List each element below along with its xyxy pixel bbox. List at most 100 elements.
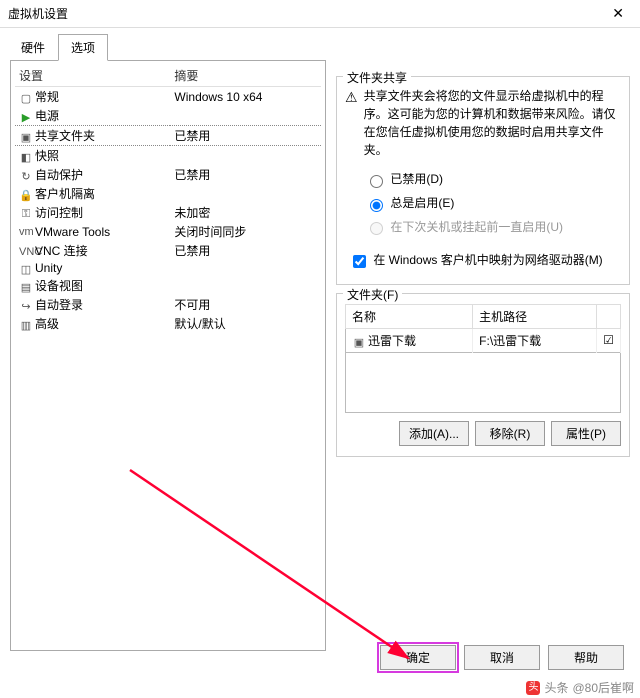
radio-disabled[interactable]: 已禁用(D) [345, 167, 621, 191]
vmware-icon: vm [19, 226, 33, 238]
col-folder-name: 名称 [346, 304, 473, 328]
lock-icon: 🔒 [19, 189, 33, 201]
settings-row[interactable]: ⚿访问控制 未加密 [15, 203, 321, 222]
tab-hardware[interactable]: 硬件 [8, 34, 58, 61]
radio-always[interactable]: 总是启用(E) [345, 191, 621, 215]
radio-until: 在下次关机或挂起前一直启用(U) [345, 215, 621, 239]
settings-row[interactable]: ▣共享文件夹 已禁用 [15, 126, 321, 146]
watermark: 头 头条 @80后崔啊 [526, 679, 634, 696]
settings-row-summary: 默认/默认 [170, 314, 321, 333]
col-summary: 摘要 [170, 65, 321, 87]
settings-row[interactable]: ▢常规 Windows 10 x64 [15, 87, 321, 107]
settings-row[interactable]: vmVMware Tools 关闭时间同步 [15, 222, 321, 241]
settings-row-summary: 不可用 [170, 295, 321, 314]
settings-row-name: 高级 [35, 317, 59, 331]
folder-properties-button[interactable]: 属性(P) [551, 421, 621, 446]
col-folder-checked [597, 304, 621, 328]
folder-sharing-group: 文件夹共享 ⚠ 共享文件夹会将您的文件显示给虚拟机中的程序。这可能为您的计算机和… [336, 76, 630, 285]
radio-disabled-label: 已禁用(D) [390, 172, 443, 186]
col-device: 设置 [15, 65, 170, 87]
radio-always-input[interactable] [370, 199, 383, 212]
right-panel: 文件夹共享 ⚠ 共享文件夹会将您的文件显示给虚拟机中的程序。这可能为您的计算机和… [336, 60, 630, 651]
shield-icon: ↻ [19, 170, 33, 182]
settings-row[interactable]: VNCVNC 连接 已禁用 [15, 241, 321, 260]
advanced-icon: ▥ [19, 319, 33, 331]
settings-row-name: VMware Tools [35, 225, 110, 239]
settings-row-name: 访问控制 [35, 206, 83, 220]
tab-bar: 硬件 选项 [0, 28, 640, 61]
settings-row-summary: 已禁用 [170, 165, 321, 184]
watermark-handle: @80后崔啊 [572, 679, 634, 696]
gear-icon: ▢ [19, 92, 33, 104]
close-icon[interactable]: ✕ [604, 5, 632, 22]
settings-row-name: Unity [35, 261, 62, 275]
folders-group: 文件夹(F) 名称 主机路径 ▣迅雷下载F:\迅雷下载☑ 添加(A)... 移除… [336, 293, 630, 457]
tab-options[interactable]: 选项 [58, 34, 108, 61]
settings-row[interactable]: ▶电源 [15, 106, 321, 126]
settings-row-summary [170, 260, 321, 276]
settings-row-name: 快照 [35, 149, 59, 163]
radio-always-label: 总是启用(E) [390, 196, 454, 210]
settings-row[interactable]: ◫Unity [15, 260, 321, 276]
settings-row[interactable]: ↪自动登录 不可用 [15, 295, 321, 314]
settings-row-summary [170, 146, 321, 166]
settings-row-name: 自动登录 [35, 298, 83, 312]
map-drive-row[interactable]: 在 Windows 客户机中映射为网络驱动器(M) [345, 248, 621, 273]
folder-icon: ▣ [19, 131, 33, 143]
radio-disabled-input[interactable] [370, 175, 383, 188]
settings-row-summary: 已禁用 [170, 126, 321, 146]
settings-row-name: 共享文件夹 [35, 129, 95, 143]
dialog-footer: 确定 取消 帮助 [0, 639, 640, 676]
help-button[interactable]: 帮助 [548, 645, 624, 670]
settings-row[interactable]: ▥高级 默认/默认 [15, 314, 321, 333]
watermark-logo-icon: 头 [526, 681, 540, 695]
settings-row[interactable]: ▤设备视图 [15, 276, 321, 295]
settings-row-name: 客户机隔离 [35, 187, 95, 201]
settings-row-summary [170, 184, 321, 203]
folder-path: F:\迅雷下载 [473, 328, 597, 352]
settings-row[interactable]: 🔒客户机隔离 [15, 184, 321, 203]
titlebar: 虚拟机设置 ✕ [0, 0, 640, 28]
add-folder-button[interactable]: 添加(A)... [399, 421, 469, 446]
ok-button[interactable]: 确定 [380, 645, 456, 670]
settings-table: 设置 摘要 ▢常规Windows 10 x64▶电源▣共享文件夹已禁用◧快照↻自… [15, 65, 321, 333]
settings-row-summary: Windows 10 x64 [170, 87, 321, 107]
vnc-icon: VNC [19, 246, 33, 258]
folder-icon: ▣ [352, 336, 366, 348]
cancel-button[interactable]: 取消 [464, 645, 540, 670]
sharing-warning: ⚠ 共享文件夹会将您的文件显示给虚拟机中的程序。这可能为您的计算机和数据带来风险… [345, 87, 621, 159]
folder-name: 迅雷下载 [368, 334, 416, 348]
unity-icon: ◫ [19, 263, 33, 275]
settings-row[interactable]: ◧快照 [15, 146, 321, 166]
map-drive-checkbox[interactable] [353, 255, 366, 268]
settings-row-name: 设备视图 [35, 279, 83, 293]
play-icon: ▶ [19, 111, 33, 123]
watermark-prefix: 头条 [544, 679, 568, 696]
settings-list-panel: 设置 摘要 ▢常规Windows 10 x64▶电源▣共享文件夹已禁用◧快照↻自… [10, 60, 326, 651]
settings-row-summary [170, 106, 321, 126]
settings-row-summary: 关闭时间同步 [170, 222, 321, 241]
device-icon: ▤ [19, 281, 33, 293]
radio-until-label: 在下次关机或挂起前一直启用(U) [390, 220, 563, 234]
warning-icon: ⚠ [345, 87, 358, 159]
warning-text: 共享文件夹会将您的文件显示给虚拟机中的程序。这可能为您的计算机和数据带来风险。请… [364, 87, 621, 159]
settings-row-name: 自动保护 [35, 168, 83, 182]
folder-sharing-title: 文件夹共享 [343, 69, 411, 86]
map-drive-label: 在 Windows 客户机中映射为网络驱动器(M) [373, 253, 602, 267]
settings-row-name: 常规 [35, 90, 59, 104]
login-icon: ↪ [19, 300, 33, 312]
settings-row-summary: 未加密 [170, 203, 321, 222]
settings-row-summary: 已禁用 [170, 241, 321, 260]
settings-row-name: VNC 连接 [35, 244, 88, 258]
settings-row-name: 电源 [35, 109, 59, 123]
folders-table: 名称 主机路径 ▣迅雷下载F:\迅雷下载☑ [345, 304, 621, 353]
folder-row[interactable]: ▣迅雷下载 F:\迅雷下载☑ [346, 328, 621, 352]
content-area: 设置 摘要 ▢常规Windows 10 x64▶电源▣共享文件夹已禁用◧快照↻自… [0, 61, 640, 661]
radio-until-input [370, 222, 383, 235]
remove-folder-button[interactable]: 移除(R) [475, 421, 545, 446]
settings-row[interactable]: ↻自动保护 已禁用 [15, 165, 321, 184]
key-icon: ⚿ [19, 208, 33, 220]
folder-enabled[interactable]: ☑ [597, 328, 621, 352]
camera-icon: ◧ [19, 151, 33, 163]
settings-row-summary [170, 276, 321, 295]
